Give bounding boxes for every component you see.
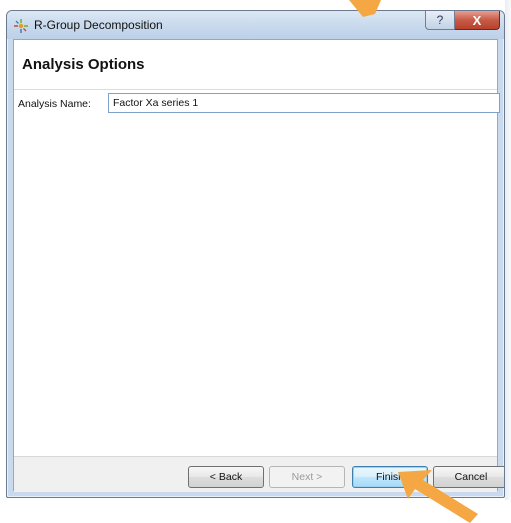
analysis-name-input[interactable] bbox=[108, 93, 500, 113]
desktop-background bbox=[505, 0, 511, 500]
dialog-window: R-Group Decomposition ? X Analysis Optio… bbox=[6, 10, 505, 498]
dialog-client-area: Analysis Options Analysis Name: < Back N… bbox=[13, 39, 504, 492]
analysis-name-label: Analysis Name: bbox=[18, 98, 91, 110]
next-button[interactable]: Next > bbox=[269, 466, 345, 488]
page-title: Analysis Options bbox=[22, 56, 145, 73]
wizard-header: Analysis Options bbox=[14, 40, 497, 89]
top-pointer-arrow-icon bbox=[349, 0, 381, 17]
app-icon bbox=[14, 19, 28, 33]
help-button[interactable]: ? bbox=[425, 11, 455, 30]
help-icon: ? bbox=[436, 13, 444, 27]
title-bar[interactable]: R-Group Decomposition ? X bbox=[7, 11, 504, 39]
close-icon: X bbox=[472, 12, 482, 28]
back-button[interactable]: < Back bbox=[188, 466, 264, 488]
form-area: Analysis Name: bbox=[14, 89, 500, 456]
close-button[interactable]: X bbox=[455, 11, 500, 30]
window-title: R-Group Decomposition bbox=[34, 18, 163, 32]
finish-pointer-arrow-icon bbox=[398, 470, 478, 523]
